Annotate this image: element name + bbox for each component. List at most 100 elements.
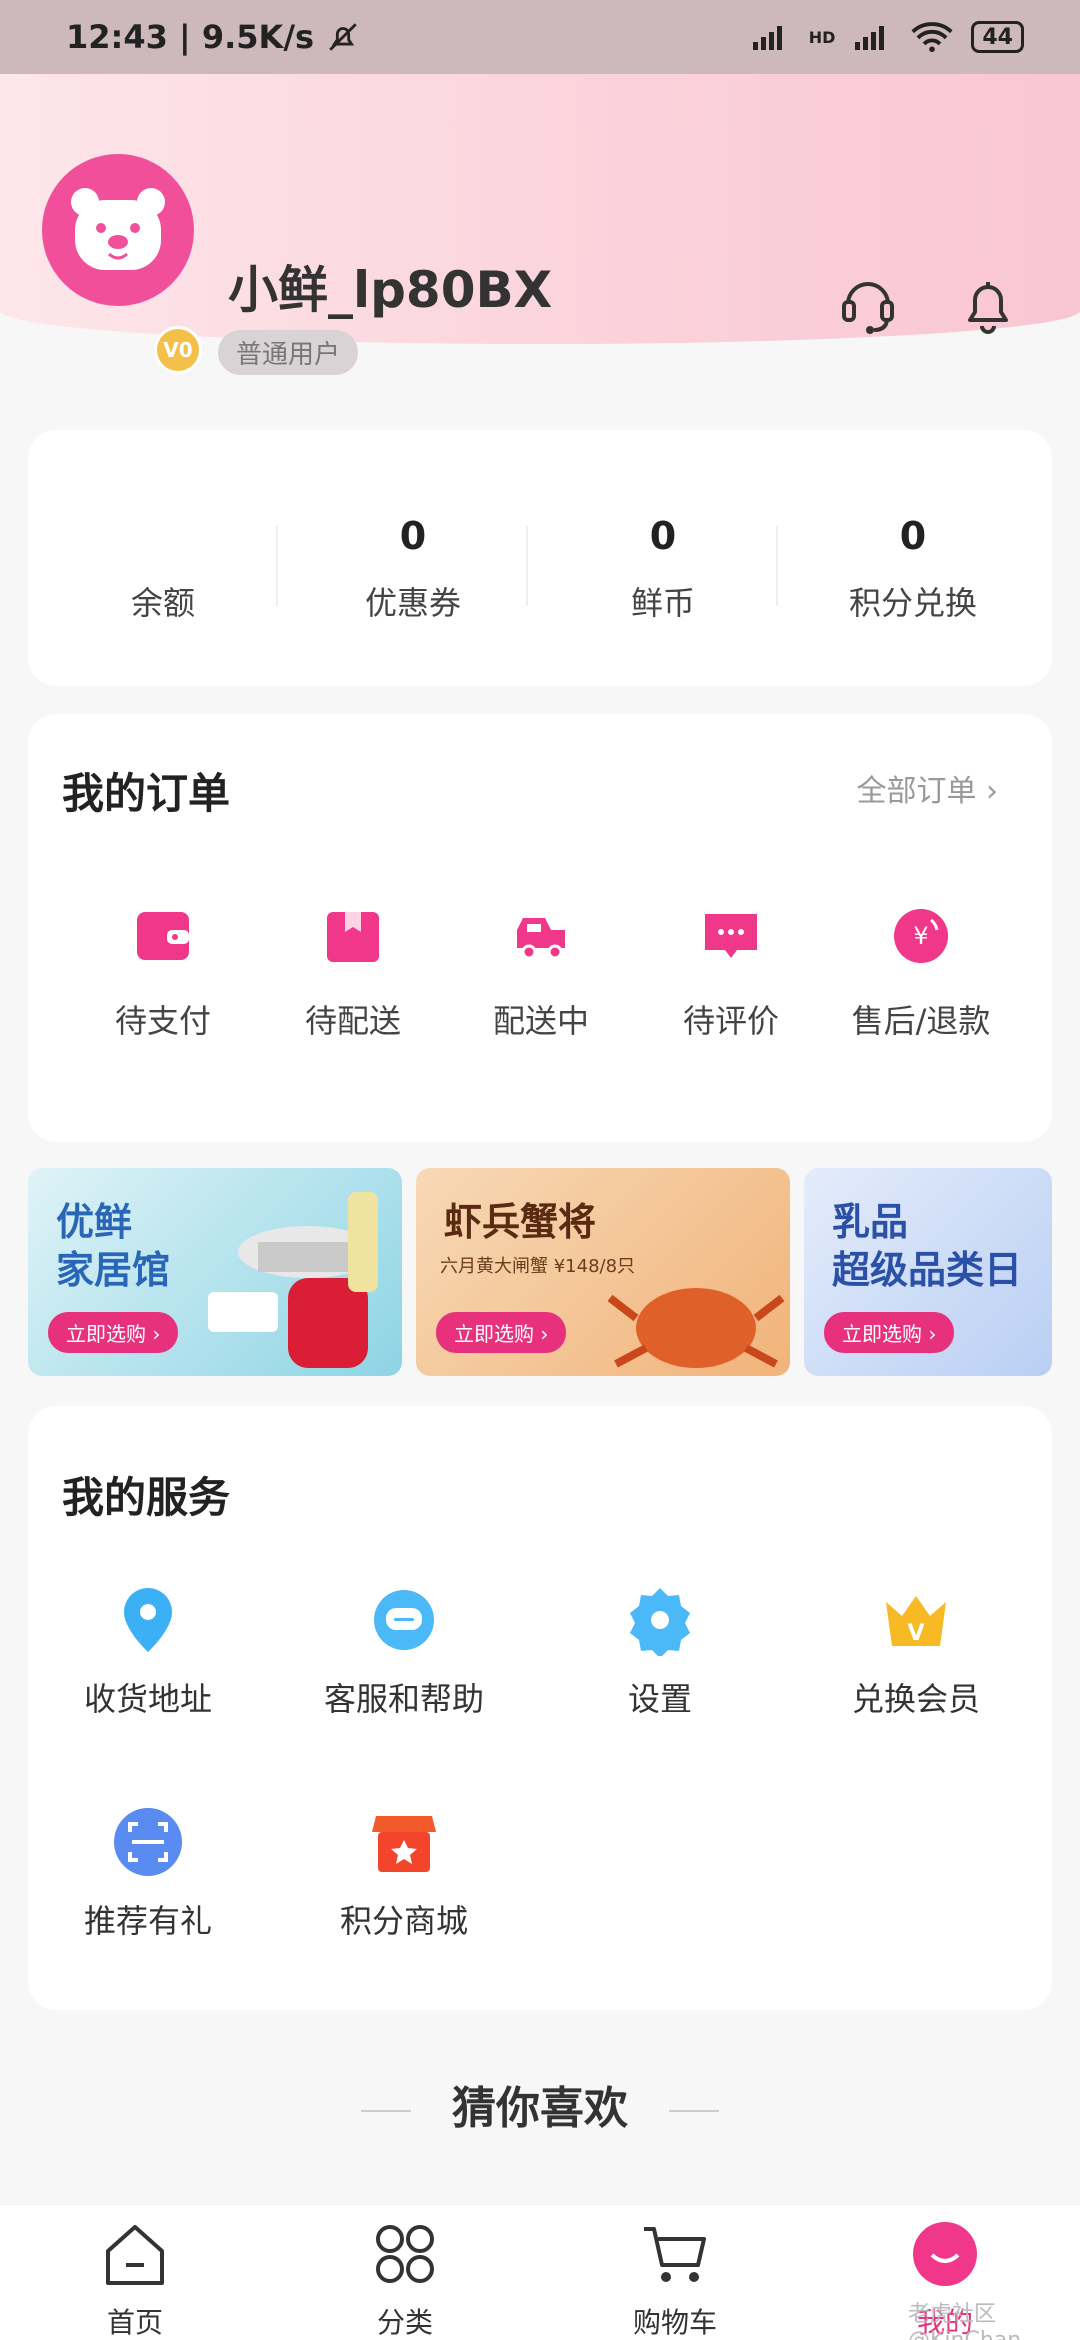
banner-buy-button[interactable]: 立即选购 › bbox=[824, 1312, 955, 1353]
order-after-sales-refund[interactable]: ¥ 售后/退款 bbox=[826, 906, 1016, 1042]
vip-crown-icon: V bbox=[886, 1596, 946, 1646]
wallet-value bbox=[38, 514, 288, 566]
customer-service-headset-icon[interactable] bbox=[836, 270, 900, 338]
wallet-label: 优惠券 bbox=[364, 584, 461, 622]
wallet-fresh-coins[interactable]: 0 鲜币 bbox=[538, 514, 788, 624]
watermark: 老虎社区 @KinChan bbox=[908, 2302, 1021, 2340]
battery-icon: 44 bbox=[971, 21, 1024, 53]
tab-cart[interactable]: 购物车 bbox=[595, 2219, 755, 2340]
wallet-value: 0 bbox=[649, 514, 677, 558]
heading-divider-right bbox=[669, 2110, 720, 2112]
wallet-icon bbox=[137, 912, 189, 960]
household-products-image bbox=[208, 1192, 378, 1368]
delivery-truck-icon bbox=[517, 918, 565, 960]
wallet-value: 0 bbox=[399, 514, 427, 558]
order-label: 待评价 bbox=[682, 1002, 779, 1040]
service-label: 兑换会员 bbox=[851, 1680, 980, 1718]
service-label: 设置 bbox=[627, 1680, 692, 1718]
service-customer-help[interactable]: 客服和帮助 bbox=[284, 1584, 524, 1720]
notification-bell-icon[interactable] bbox=[956, 270, 1020, 338]
services-card: 我的服务 收货地址 客服和帮助 设置 V 兑换会员 推荐有礼 积分商城 bbox=[28, 1406, 1052, 2010]
signal-hd-icon bbox=[855, 26, 885, 50]
username: 小鲜_lp80BX bbox=[228, 261, 553, 319]
tab-label: 分类 bbox=[376, 2306, 433, 2339]
profile-header: V0 小鲜_lp80BX 普通用户 bbox=[0, 74, 1080, 375]
services-title: 我的服务 bbox=[62, 1473, 231, 1522]
order-pending-review[interactable]: 待评价 bbox=[636, 906, 826, 1042]
vip-level-badge: V0 bbox=[154, 326, 202, 374]
battery-level: 44 bbox=[982, 24, 1013, 50]
banner-buy-button[interactable]: 立即选购 › bbox=[436, 1312, 567, 1353]
order-label: 待支付 bbox=[114, 1002, 211, 1040]
service-label: 收货地址 bbox=[83, 1680, 212, 1718]
service-label: 积分商城 bbox=[339, 1902, 468, 1940]
banner-title-line1: 虾兵蟹将 bbox=[444, 1200, 597, 1244]
wallet-divider bbox=[526, 526, 528, 606]
tab-category[interactable]: 分类 bbox=[325, 2219, 485, 2340]
wallet-divider bbox=[276, 526, 278, 606]
banner-title-line1: 乳品 bbox=[832, 1200, 909, 1244]
location-icon bbox=[124, 1588, 172, 1652]
crab-image bbox=[607, 1288, 785, 1368]
profile-icon bbox=[913, 2222, 977, 2286]
service-redeem-membership[interactable]: V 兑换会员 bbox=[796, 1584, 1036, 1720]
recommendation-heading: 猜你喜欢 bbox=[0, 2072, 1080, 2136]
service-settings[interactable]: 设置 bbox=[540, 1584, 780, 1720]
refund-icon: ¥ bbox=[894, 909, 948, 963]
banner-title-line1: 优鲜 bbox=[56, 1200, 133, 1244]
scan-icon bbox=[114, 1808, 182, 1876]
banner-title-line2: 超级品类日 bbox=[832, 1248, 1023, 1292]
wallet-points-exchange[interactable]: 0 积分兑换 bbox=[788, 514, 1038, 624]
order-pending-payment[interactable]: 待支付 bbox=[68, 906, 258, 1042]
avatar[interactable] bbox=[42, 154, 194, 306]
bear-mascot-icon bbox=[71, 188, 165, 270]
heading-divider-left bbox=[360, 2110, 411, 2112]
service-label: 客服和帮助 bbox=[323, 1680, 484, 1718]
status-time: 12:43 | 9.5K/s bbox=[66, 18, 315, 56]
banner-title-line2: 家居馆 bbox=[56, 1248, 171, 1292]
wallet-divider bbox=[776, 526, 778, 606]
wallet-label: 积分兑换 bbox=[848, 584, 977, 622]
order-label: 配送中 bbox=[492, 1002, 589, 1040]
tab-label: 购物车 bbox=[632, 2306, 717, 2339]
all-orders-link[interactable]: 全部订单 › bbox=[856, 766, 998, 810]
service-shipping-address[interactable]: 收货地址 bbox=[28, 1584, 268, 1720]
order-label: 售后/退款 bbox=[851, 1002, 991, 1040]
wallet-label: 余额 bbox=[130, 584, 195, 622]
orders-card: 我的订单 全部订单 › 待支付 待配送 配送中 待评价 ¥ 售后/退款 bbox=[28, 714, 1052, 1142]
comment-icon bbox=[705, 914, 757, 958]
wallet-coupons[interactable]: 0 优惠券 bbox=[288, 514, 538, 624]
category-icon bbox=[376, 2225, 434, 2283]
wallet-balance[interactable]: 余额 bbox=[38, 514, 288, 624]
order-label: 待配送 bbox=[304, 1002, 401, 1040]
banner-dairy[interactable]: 乳品 超级品类日 立即选购 › bbox=[804, 1168, 1052, 1376]
orders-title: 我的订单 bbox=[62, 769, 231, 818]
tab-label: 首页 bbox=[106, 2306, 163, 2339]
user-level-badge: 普通用户 bbox=[218, 330, 359, 375]
network-type: HD bbox=[808, 27, 836, 47]
order-in-delivery[interactable]: 配送中 bbox=[446, 906, 636, 1042]
order-pending-delivery[interactable]: 待配送 bbox=[258, 906, 448, 1042]
wallet-card: 余额 0 优惠券 0 鲜币 0 积分兑换 bbox=[28, 430, 1052, 686]
banner-home-living[interactable]: 优鲜 家居馆 立即选购 › bbox=[28, 1168, 402, 1376]
banner-buy-button[interactable]: 立即选购 › bbox=[48, 1312, 179, 1353]
service-points-store[interactable]: 积分商城 bbox=[284, 1806, 524, 1942]
wifi-icon bbox=[911, 22, 953, 53]
cart-icon bbox=[644, 2227, 706, 2282]
service-label: 推荐有礼 bbox=[83, 1902, 212, 1940]
wallet-label: 鲜币 bbox=[630, 584, 695, 622]
mute-bell-icon bbox=[329, 23, 357, 51]
service-referral-reward[interactable]: 推荐有礼 bbox=[28, 1806, 268, 1942]
svg-text:V: V bbox=[907, 1621, 924, 1646]
banner-seafood[interactable]: 虾兵蟹将 六月黄大闸蟹 ¥148/8只 立即选购 › bbox=[416, 1168, 790, 1376]
settings-gear-icon bbox=[630, 1588, 690, 1658]
home-icon bbox=[106, 2225, 164, 2285]
package-icon bbox=[327, 912, 379, 962]
wallet-value: 0 bbox=[899, 514, 927, 558]
recommendation-title: 猜你喜欢 bbox=[452, 2083, 628, 2134]
signal-icon bbox=[752, 26, 782, 50]
tab-home[interactable]: 首页 bbox=[55, 2219, 215, 2340]
svg-text:¥: ¥ bbox=[913, 922, 928, 950]
points-store-icon bbox=[372, 1816, 436, 1872]
status-bar: 12:43 | 9.5K/s HD 44 bbox=[0, 0, 1080, 74]
